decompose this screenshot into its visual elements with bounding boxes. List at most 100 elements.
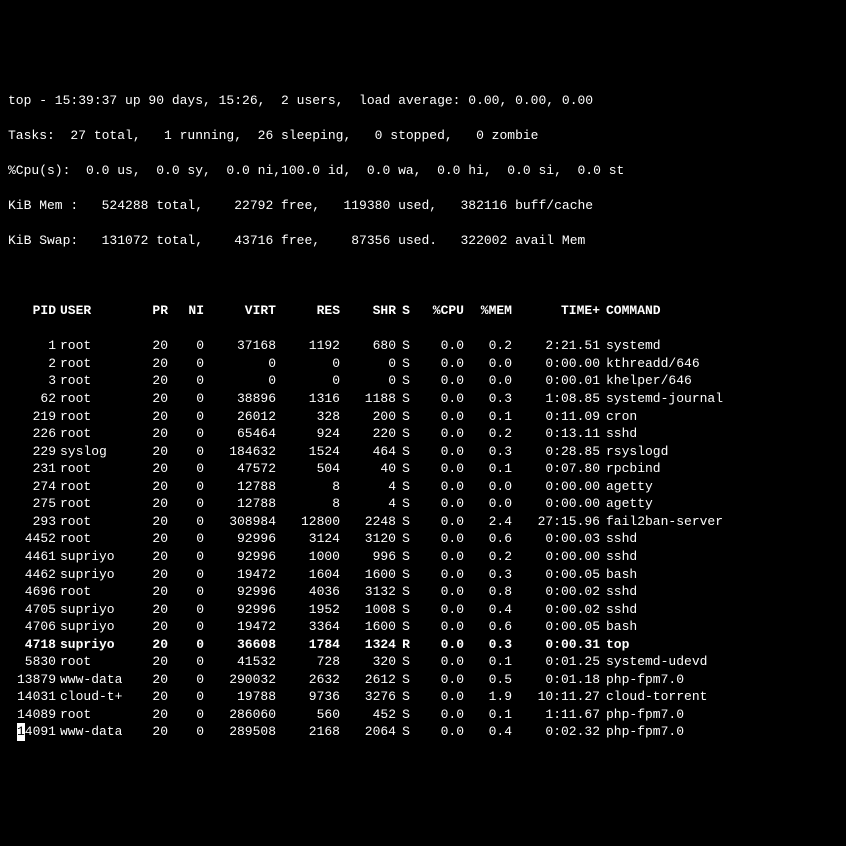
cell-cmd: cron	[600, 408, 838, 426]
col-cpu[interactable]: %CPU	[416, 302, 464, 320]
process-row[interactable]: 4696root2009299640363132S0.00.80:00.02ss…	[8, 583, 838, 601]
process-row[interactable]: 4705supriyo2009299619521008S0.00.40:00.0…	[8, 601, 838, 619]
cell-shr: 40	[340, 460, 396, 478]
cell-shr: 2612	[340, 671, 396, 689]
cell-cmd: php-fpm7.0	[600, 706, 838, 724]
cell-cpu: 0.0	[416, 460, 464, 478]
cell-cpu: 0.0	[416, 653, 464, 671]
cell-virt: 286060	[204, 706, 276, 724]
process-row[interactable]: 14089root200286060560452S0.00.11:11.67ph…	[8, 706, 838, 724]
cell-cpu: 0.0	[416, 601, 464, 619]
cell-s: S	[396, 688, 416, 706]
cell-mem: 0.3	[464, 566, 512, 584]
col-user[interactable]: USER	[56, 302, 132, 320]
process-row[interactable]: 2root200000S0.00.00:00.00kthreadd/646	[8, 355, 838, 373]
process-row[interactable]: 231root2004757250440S0.00.10:07.80rpcbin…	[8, 460, 838, 478]
cell-pr: 20	[132, 583, 168, 601]
process-row[interactable]: 4461supriyo200929961000996S0.00.20:00.00…	[8, 548, 838, 566]
col-virt[interactable]: VIRT	[204, 302, 276, 320]
cell-s: S	[396, 478, 416, 496]
col-ni[interactable]: NI	[168, 302, 204, 320]
cell-shr: 1008	[340, 601, 396, 619]
process-row[interactable]: 5830root20041532728320S0.00.10:01.25syst…	[8, 653, 838, 671]
cell-pid: 4718	[8, 636, 56, 654]
cell-pid: 4452	[8, 530, 56, 548]
process-row[interactable]: 4452root2009299631243120S0.00.60:00.03ss…	[8, 530, 838, 548]
column-header-row[interactable]: PID USER PR NI VIRT RES SHR S %CPU %MEM …	[8, 302, 838, 320]
col-shr[interactable]: SHR	[340, 302, 396, 320]
cell-shr: 1600	[340, 566, 396, 584]
cell-pid: 4696	[8, 583, 56, 601]
col-mem[interactable]: %MEM	[464, 302, 512, 320]
cell-cpu: 0.0	[416, 618, 464, 636]
cell-res: 504	[276, 460, 340, 478]
cell-ni: 0	[168, 601, 204, 619]
cell-virt: 92996	[204, 601, 276, 619]
cell-user: root	[56, 355, 132, 373]
cell-s: S	[396, 618, 416, 636]
cell-s: S	[396, 723, 416, 741]
cell-pid: 2	[8, 355, 56, 373]
cell-cmd: systemd-journal	[600, 390, 838, 408]
cell-s: S	[396, 372, 416, 390]
cell-res: 0	[276, 372, 340, 390]
cell-ni: 0	[168, 548, 204, 566]
col-pr[interactable]: PR	[132, 302, 168, 320]
cursor-icon: 1	[17, 723, 25, 741]
process-list[interactable]: 1root200371681192680S0.00.22:21.51system…	[8, 337, 838, 741]
cell-res: 3124	[276, 530, 340, 548]
cell-pid: 14031	[8, 688, 56, 706]
cell-res: 2632	[276, 671, 340, 689]
process-row[interactable]: 226root20065464924220S0.00.20:13.11sshd	[8, 425, 838, 443]
process-row[interactable]: 14091www-data20028950821682064S0.00.40:0…	[8, 723, 838, 741]
process-row[interactable]: 62root2003889613161188S0.00.31:08.85syst…	[8, 390, 838, 408]
col-s[interactable]: S	[396, 302, 416, 320]
cell-user: root	[56, 513, 132, 531]
col-time[interactable]: TIME+	[512, 302, 600, 320]
cell-cmd: sshd	[600, 425, 838, 443]
process-row[interactable]: 275root2001278884S0.00.00:00.00agetty	[8, 495, 838, 513]
cell-res: 924	[276, 425, 340, 443]
cell-shr: 452	[340, 706, 396, 724]
cell-shr: 3132	[340, 583, 396, 601]
cell-time: 10:11.27	[512, 688, 600, 706]
process-row[interactable]: 293root200308984128002248S0.02.427:15.96…	[8, 513, 838, 531]
cell-cpu: 0.0	[416, 671, 464, 689]
process-row[interactable]: 13879www-data20029003226322612S0.00.50:0…	[8, 671, 838, 689]
process-row[interactable]: 3root200000S0.00.00:00.01khelper/646	[8, 372, 838, 390]
cell-pr: 20	[132, 548, 168, 566]
col-res[interactable]: RES	[276, 302, 340, 320]
process-row[interactable]: 1root200371681192680S0.00.22:21.51system…	[8, 337, 838, 355]
cell-virt: 12788	[204, 478, 276, 496]
process-row[interactable]: 274root2001278884S0.00.00:00.00agetty	[8, 478, 838, 496]
cell-user: root	[56, 706, 132, 724]
cell-s: S	[396, 653, 416, 671]
cell-ni: 0	[168, 636, 204, 654]
process-row[interactable]: 229syslog2001846321524464S0.00.30:28.85r…	[8, 443, 838, 461]
cell-ni: 0	[168, 408, 204, 426]
process-row[interactable]: 4706supriyo2001947233641600S0.00.60:00.0…	[8, 618, 838, 636]
cell-res: 0	[276, 355, 340, 373]
cell-cpu: 0.0	[416, 636, 464, 654]
cell-user: www-data	[56, 671, 132, 689]
cell-mem: 0.2	[464, 548, 512, 566]
cell-ni: 0	[168, 530, 204, 548]
cell-cmd: rsyslogd	[600, 443, 838, 461]
cell-time: 0:00.00	[512, 495, 600, 513]
cell-user: root	[56, 530, 132, 548]
top-terminal[interactable]: top - 15:39:37 up 90 days, 15:26, 2 user…	[8, 74, 838, 758]
col-pid[interactable]: PID	[8, 302, 56, 320]
process-row[interactable]: 14031cloud-t+2001978897363276S0.01.910:1…	[8, 688, 838, 706]
cell-cmd: systemd-udevd	[600, 653, 838, 671]
col-command[interactable]: COMMAND	[600, 302, 838, 320]
process-row[interactable]: 219root20026012328200S0.00.10:11.09cron	[8, 408, 838, 426]
cell-s: S	[396, 460, 416, 478]
process-row[interactable]: 4718supriyo2003660817841324R0.00.30:00.3…	[8, 636, 838, 654]
cell-res: 328	[276, 408, 340, 426]
cell-pr: 20	[132, 688, 168, 706]
cell-shr: 220	[340, 425, 396, 443]
cell-shr: 320	[340, 653, 396, 671]
cell-cmd: sshd	[600, 583, 838, 601]
process-row[interactable]: 4462supriyo2001947216041600S0.00.30:00.0…	[8, 566, 838, 584]
cell-pid: 5830	[8, 653, 56, 671]
